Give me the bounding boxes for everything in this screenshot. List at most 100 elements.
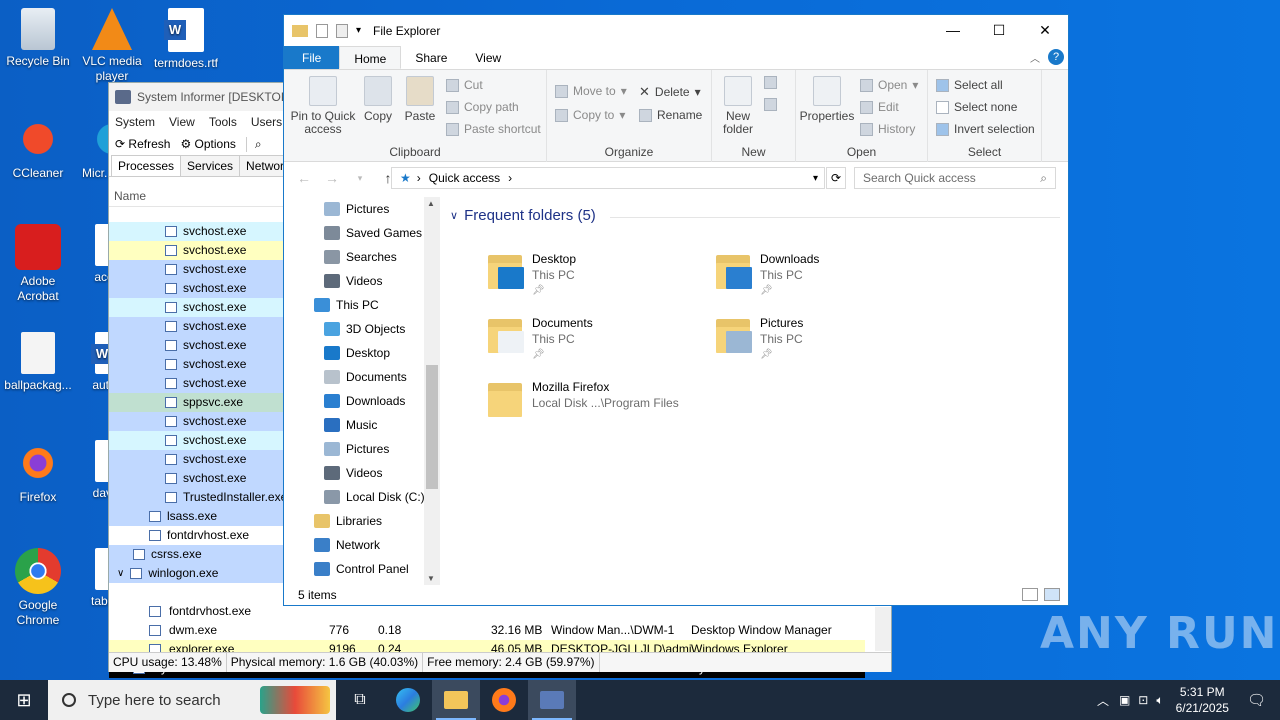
folder-tile[interactable]: Documents This PC 📌︎ <box>486 315 593 363</box>
nav-item[interactable]: Libraries <box>314 509 382 533</box>
device-icon[interactable]: ▣ <box>1115 693 1134 707</box>
desktop-icon-recycle-bin[interactable]: Recycle Bin <box>0 8 76 69</box>
process-row[interactable]: svchost.exe <box>109 355 284 374</box>
process-row[interactable]: sppsvc.exe <box>109 393 284 412</box>
nav-item[interactable]: Local Disk (C:) <box>324 485 425 509</box>
desktop-icon-termdoes[interactable]: W termdoes.rtf <box>148 8 224 71</box>
nav-item[interactable]: Videos <box>324 461 382 485</box>
nav-item[interactable]: Control Panel <box>314 557 409 581</box>
help-icon[interactable]: ? <box>1048 49 1064 65</box>
select-none-button[interactable]: Select none <box>936 100 1017 114</box>
process-row[interactable]: svchost.exe <box>109 317 284 336</box>
scroll-down-icon[interactable]: ▼ <box>427 574 435 583</box>
nav-item[interactable]: Network <box>314 533 380 557</box>
tab-view[interactable]: View <box>461 46 515 69</box>
process-row[interactable]: svchost.exe <box>109 450 284 469</box>
process-row[interactable]: svchost.exe <box>109 469 284 488</box>
desktop-icon-vlc[interactable]: VLC media player <box>74 8 150 84</box>
nav-item[interactable]: This PC <box>314 293 379 317</box>
cut-button[interactable]: Cut <box>446 78 483 92</box>
process-row[interactable]: TrustedInstaller.exe <box>109 488 284 507</box>
process-row[interactable]: svchost.exe <box>109 336 284 355</box>
close-button[interactable]: ✕ <box>1022 15 1068 45</box>
search-input[interactable]: Search Quick access ⌕ <box>854 167 1056 189</box>
refresh-button[interactable]: ⟳ Refresh <box>115 137 170 151</box>
process-row[interactable]: svchost.exe <box>109 431 284 450</box>
new-folder-button[interactable]: New folder <box>714 76 762 136</box>
navigation-scrollbar[interactable]: ▲ ▼ <box>424 197 440 585</box>
tab-home[interactable]: Home <box>339 46 402 69</box>
content-pane[interactable]: ∨ Frequent folders (5) Desktop This PC 📌︎ D… <box>440 197 1068 585</box>
address-bar[interactable]: ★ › Quick access › ▾ <box>391 167 825 189</box>
address-dropdown-icon[interactable]: ▾ <box>813 173 818 184</box>
process-row[interactable]: fontdrvhost.exe <box>109 526 284 545</box>
nav-item[interactable]: Documents <box>324 365 407 389</box>
breadcrumb-chevron-icon[interactable]: › <box>508 171 512 185</box>
notifications-icon[interactable]: 🗨︎ <box>1237 691 1280 709</box>
taskbar-search[interactable]: Type here to search <box>48 680 336 720</box>
nav-item[interactable]: Desktop <box>324 341 390 365</box>
desktop-icon-ballpackag[interactable]: ballpackag... <box>0 332 76 393</box>
folder-tile[interactable]: Mozilla Firefox Local Disk ...\Program Fi… <box>486 379 679 419</box>
recent-locations-icon[interactable]: ▾ <box>346 173 374 184</box>
task-view-button[interactable]: ⧉ <box>336 680 384 720</box>
delete-button[interactable]: ✕ Delete ▾ <box>639 84 701 100</box>
back-arrow-icon[interactable]: ← <box>290 170 318 186</box>
options-button[interactable]: ⚙ Options <box>180 137 235 151</box>
process-row[interactable]: svchost.exe <box>109 374 284 393</box>
history-button[interactable]: History <box>860 122 915 136</box>
process-row[interactable]: svchost.exe <box>109 241 284 260</box>
copy-button[interactable]: Copy <box>360 76 396 123</box>
explorer-titlebar[interactable]: ▾ File Explorer — ☐ ✕ <box>284 15 1068 46</box>
process-row[interactable]: svchost.exe <box>109 279 284 298</box>
customize-qa-icon[interactable]: ▾ <box>356 25 361 36</box>
open-button[interactable]: Open ▾ <box>860 78 918 92</box>
taskbar-edge[interactable] <box>384 680 432 720</box>
show-hidden-icons-icon[interactable]: ︿ <box>1091 692 1115 709</box>
taskbar-file-explorer[interactable] <box>432 680 480 720</box>
large-icons-view-icon[interactable] <box>1044 588 1060 601</box>
menu-users[interactable]: Users <box>251 115 282 129</box>
properties-qa-icon[interactable] <box>316 23 328 38</box>
nav-item[interactable]: Searches <box>324 245 397 269</box>
start-button[interactable]: ⊞ <box>0 680 48 720</box>
nav-item[interactable]: Saved Games <box>324 221 422 245</box>
desktop-icon-chrome[interactable]: Google Chrome <box>0 548 76 628</box>
scroll-up-icon[interactable]: ▲ <box>427 199 435 208</box>
minimize-button[interactable]: — <box>930 15 976 45</box>
scroll-thumb[interactable] <box>426 365 438 489</box>
process-row[interactable]: lsass.exe <box>109 507 284 526</box>
nav-item[interactable]: 3D Objects <box>324 317 405 341</box>
collapse-ribbon-icon[interactable]: ︿ <box>1030 50 1040 65</box>
menu-tools[interactable]: Tools <box>209 115 237 129</box>
invert-selection-button[interactable]: Invert selection <box>936 122 1035 136</box>
desktop-icon-ccleaner[interactable]: CCleaner <box>0 116 76 181</box>
properties-button[interactable]: Properties <box>798 76 856 123</box>
volume-icon[interactable]: 🔈︎ <box>1152 693 1167 708</box>
new-folder-qa-icon[interactable] <box>336 23 348 38</box>
menu-view[interactable]: View <box>169 115 195 129</box>
edit-button[interactable]: Edit <box>860 100 899 114</box>
process-row[interactable]: svchost.exe <box>109 298 284 317</box>
tab-services[interactable]: Services <box>180 155 241 176</box>
tab-share[interactable]: Share <box>401 46 461 69</box>
menu-system[interactable]: System <box>115 115 155 129</box>
folder-tile[interactable]: Pictures This PC 📌︎ <box>714 315 803 363</box>
breadcrumb-quick-access[interactable]: Quick access <box>429 171 500 185</box>
process-row[interactable]: csrss.exe <box>109 545 284 564</box>
copy-to-button[interactable]: Copy to ▾ <box>555 108 625 122</box>
paste-shortcut-button[interactable]: Paste shortcut <box>446 122 541 136</box>
nav-item[interactable]: Downloads <box>324 389 405 413</box>
paste-button[interactable]: Paste <box>402 76 438 123</box>
network-icon[interactable]: ⊡ <box>1134 693 1152 707</box>
move-to-button[interactable]: Move to ▾ <box>555 84 627 98</box>
file-explorer-window[interactable]: ▾ File Explorer — ☐ ✕ File Home Share Vi… <box>283 14 1069 606</box>
tab-processes[interactable]: Processes <box>111 155 182 176</box>
refresh-icon[interactable]: ⟳ <box>826 167 846 189</box>
process-row[interactable]: dwm.exe 776 0.18 32.16 MB Window Man...\DWM-… <box>109 621 865 640</box>
clock[interactable]: 5:31 PM 6/21/2025 <box>1168 684 1237 716</box>
desktop-icon-firefox[interactable]: Firefox <box>0 440 76 505</box>
select-all-button[interactable]: Select all <box>936 78 1003 92</box>
navigation-pane[interactable]: Pictures Saved Games Searches Videos This PC… <box>284 197 440 585</box>
search-icon[interactable]: ⌕ <box>245 136 262 152</box>
